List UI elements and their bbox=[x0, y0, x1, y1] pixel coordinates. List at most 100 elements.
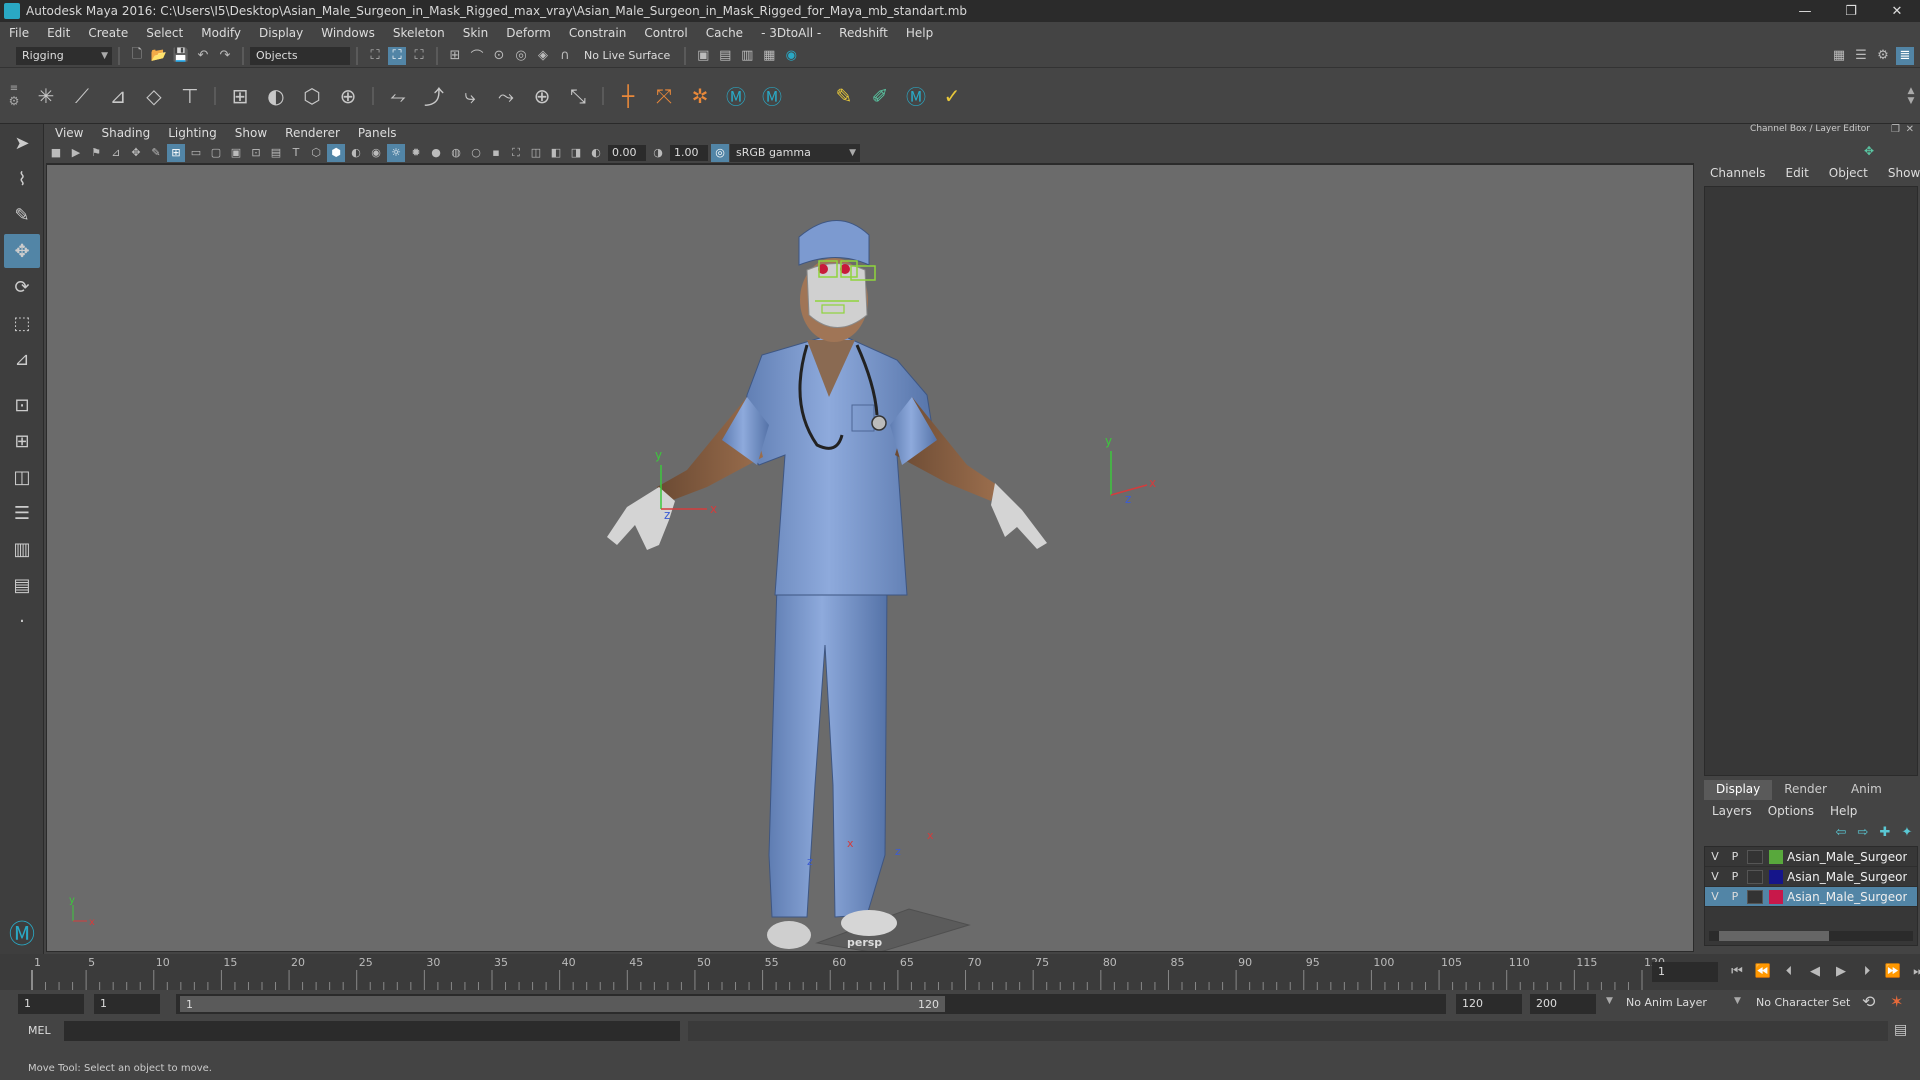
motion-blur-icon[interactable]: ◍ bbox=[447, 144, 465, 162]
layer-color-swatch[interactable] bbox=[1769, 869, 1783, 884]
restore-button[interactable]: ❐ bbox=[1828, 0, 1874, 22]
render-view-icon[interactable]: ▣ bbox=[694, 47, 712, 65]
anim-prefs-icon[interactable]: ✶ bbox=[1890, 992, 1903, 1011]
influence-icon[interactable]: ⊕ bbox=[528, 82, 556, 110]
chevron-down-icon[interactable]: ▼ bbox=[1734, 996, 1741, 1006]
new-layer-icon[interactable]: ✚ bbox=[1876, 823, 1894, 841]
render-icon[interactable]: ▤ bbox=[716, 47, 734, 65]
layer-playback[interactable]: P bbox=[1725, 870, 1745, 883]
layer-playback[interactable]: P bbox=[1725, 850, 1745, 863]
current-frame-field[interactable]: 1 bbox=[1652, 962, 1718, 982]
antialias-icon[interactable]: ○ bbox=[467, 144, 485, 162]
start-time-field[interactable]: 1 bbox=[18, 994, 84, 1014]
safe-title-icon[interactable]: T bbox=[287, 144, 305, 162]
isolate-select-icon[interactable]: ⛶ bbox=[507, 144, 525, 162]
lasso-tool-icon[interactable]: ⌇ bbox=[4, 162, 40, 196]
grid-icon[interactable]: ⊞ bbox=[167, 143, 185, 162]
menu-select[interactable]: Select bbox=[137, 26, 192, 40]
tab-display[interactable]: Display bbox=[1704, 780, 1773, 800]
play-backwards-icon[interactable]: ◀ bbox=[1806, 962, 1824, 980]
point-constraint-icon[interactable]: ┼ bbox=[614, 82, 642, 110]
vp-menu-shading[interactable]: Shading bbox=[92, 126, 159, 140]
layout-side-icon[interactable]: ◫ bbox=[4, 460, 40, 494]
cb-menu-object[interactable]: Object bbox=[1819, 166, 1878, 180]
menu-skin[interactable]: Skin bbox=[454, 26, 498, 40]
render-settings-icon[interactable]: ▦ bbox=[760, 47, 778, 65]
vp-menu-show[interactable]: Show bbox=[226, 126, 276, 140]
step-forward-icon[interactable]: ⏩ bbox=[1884, 962, 1902, 980]
pen-icon[interactable]: ✐ bbox=[866, 82, 894, 110]
le-menu-help[interactable]: Help bbox=[1822, 804, 1865, 818]
layer-row[interactable]: V P Asian_Male_Surgeon_i bbox=[1705, 887, 1917, 907]
step-back-key-icon[interactable]: ⏴ bbox=[1780, 962, 1798, 980]
select-object-icon[interactable]: ⛶ bbox=[388, 46, 406, 65]
script-editor-icon[interactable]: ▤ bbox=[1894, 1022, 1907, 1038]
layer-color-swatch[interactable] bbox=[1769, 849, 1783, 864]
menuset-dropdown[interactable]: Rigging ▼ bbox=[16, 46, 112, 65]
vp-menu-renderer[interactable]: Renderer bbox=[276, 126, 349, 140]
range-bar[interactable]: 1 120 bbox=[176, 994, 1446, 1014]
ipr-render-icon[interactable]: ▥ bbox=[738, 47, 756, 65]
anim-layer-dropdown[interactable]: No Anim Layer bbox=[1626, 996, 1707, 1009]
xray-icon[interactable]: ◫ bbox=[527, 144, 545, 162]
image-plane-icon[interactable]: ⊿ bbox=[107, 144, 125, 162]
select-component-icon[interactable]: ⛶ bbox=[410, 47, 428, 65]
script-icon[interactable]: ✎ bbox=[830, 82, 858, 110]
snap-surface-icon[interactable]: ◈ bbox=[534, 47, 552, 65]
go-to-start-icon[interactable]: ⏮ bbox=[1728, 962, 1746, 980]
undo-icon[interactable]: ↶ bbox=[194, 47, 212, 65]
layout-single-icon[interactable]: ⊡ bbox=[4, 388, 40, 422]
menu-file[interactable]: File bbox=[0, 26, 38, 40]
move-tool-icon[interactable]: ✥ bbox=[4, 234, 40, 268]
aim-constraint-icon[interactable]: ⤧ bbox=[650, 82, 678, 110]
layer-visibility[interactable]: V bbox=[1705, 850, 1725, 863]
cb-menu-channels[interactable]: Channels bbox=[1700, 166, 1776, 180]
snap-curve-icon[interactable]: ⌒ bbox=[468, 47, 486, 65]
shadows-icon[interactable]: ✹ bbox=[407, 144, 425, 162]
script-language-toggle[interactable]: MEL bbox=[28, 1024, 51, 1037]
layer-row[interactable]: V P Asian_Male_Surgeon_i bbox=[1705, 867, 1917, 887]
layer-display-type[interactable] bbox=[1747, 869, 1763, 884]
layer-display-type[interactable] bbox=[1747, 849, 1763, 864]
open-scene-icon[interactable]: 📂 bbox=[150, 47, 168, 65]
menu-deform[interactable]: Deform bbox=[497, 26, 560, 40]
auto-key-icon[interactable]: ⟲ bbox=[1862, 992, 1875, 1011]
end-time-field[interactable]: 200 bbox=[1530, 994, 1596, 1014]
camera-attr-icon[interactable]: ▶ bbox=[67, 144, 85, 162]
bind-skin-icon[interactable]: ⥊ bbox=[384, 82, 412, 110]
live-surface-label[interactable]: No Live Surface bbox=[584, 49, 670, 62]
select-hierarchy-icon[interactable]: ⛶ bbox=[366, 47, 384, 65]
selection-mode-dropdown[interactable]: Objects bbox=[250, 46, 350, 65]
lights-icon[interactable]: ☼ bbox=[387, 143, 405, 162]
check-icon[interactable]: ✓ bbox=[938, 82, 966, 110]
gamma-field[interactable]: 1.00 bbox=[670, 144, 708, 161]
hypershade-icon[interactable]: ◉ bbox=[782, 47, 800, 65]
tab-render[interactable]: Render bbox=[1772, 780, 1839, 800]
resolution-gate-icon[interactable]: ▢ bbox=[207, 144, 225, 162]
playback-end-field[interactable]: 120 bbox=[1456, 994, 1522, 1014]
layer-playback[interactable]: P bbox=[1725, 890, 1745, 903]
wrap-icon[interactable]: ⬡ bbox=[298, 82, 326, 110]
menu-cache[interactable]: Cache bbox=[697, 26, 752, 40]
shelf-menu[interactable]: ≡ ⚙ bbox=[0, 68, 28, 124]
vp-menu-lighting[interactable]: Lighting bbox=[159, 126, 226, 140]
new-layer-selected-icon[interactable]: ✦ bbox=[1898, 823, 1916, 841]
paint-select-icon[interactable]: ✎ bbox=[4, 198, 40, 232]
step-back-icon[interactable]: ⏪ bbox=[1754, 962, 1772, 980]
save-scene-icon[interactable]: 💾 bbox=[172, 47, 190, 65]
close-panel-icon[interactable]: ✕ bbox=[1906, 124, 1914, 135]
tab-anim[interactable]: Anim bbox=[1839, 780, 1894, 800]
step-forward-key-icon[interactable]: ⏵ bbox=[1858, 962, 1876, 980]
menu-3dtoall[interactable]: - 3DtoAll - bbox=[752, 26, 830, 40]
grease-pencil-icon[interactable]: ✎ bbox=[147, 144, 165, 162]
textured-icon[interactable]: ◉ bbox=[367, 144, 385, 162]
move-layer-down-icon[interactable]: ⇨ bbox=[1854, 823, 1872, 841]
gear-icon[interactable]: ⚙ bbox=[9, 94, 20, 108]
blank-shelf-icon[interactable] bbox=[794, 82, 822, 110]
menu-redshift[interactable]: Redshift bbox=[830, 26, 897, 40]
orient-joint-icon[interactable]: ⊤ bbox=[176, 82, 204, 110]
move-layer-up-icon[interactable]: ⇦ bbox=[1832, 823, 1850, 841]
chevron-down-icon[interactable]: ▼ bbox=[1606, 996, 1613, 1006]
xray-components-icon[interactable]: ◨ bbox=[567, 144, 585, 162]
menu-control[interactable]: Control bbox=[635, 26, 696, 40]
